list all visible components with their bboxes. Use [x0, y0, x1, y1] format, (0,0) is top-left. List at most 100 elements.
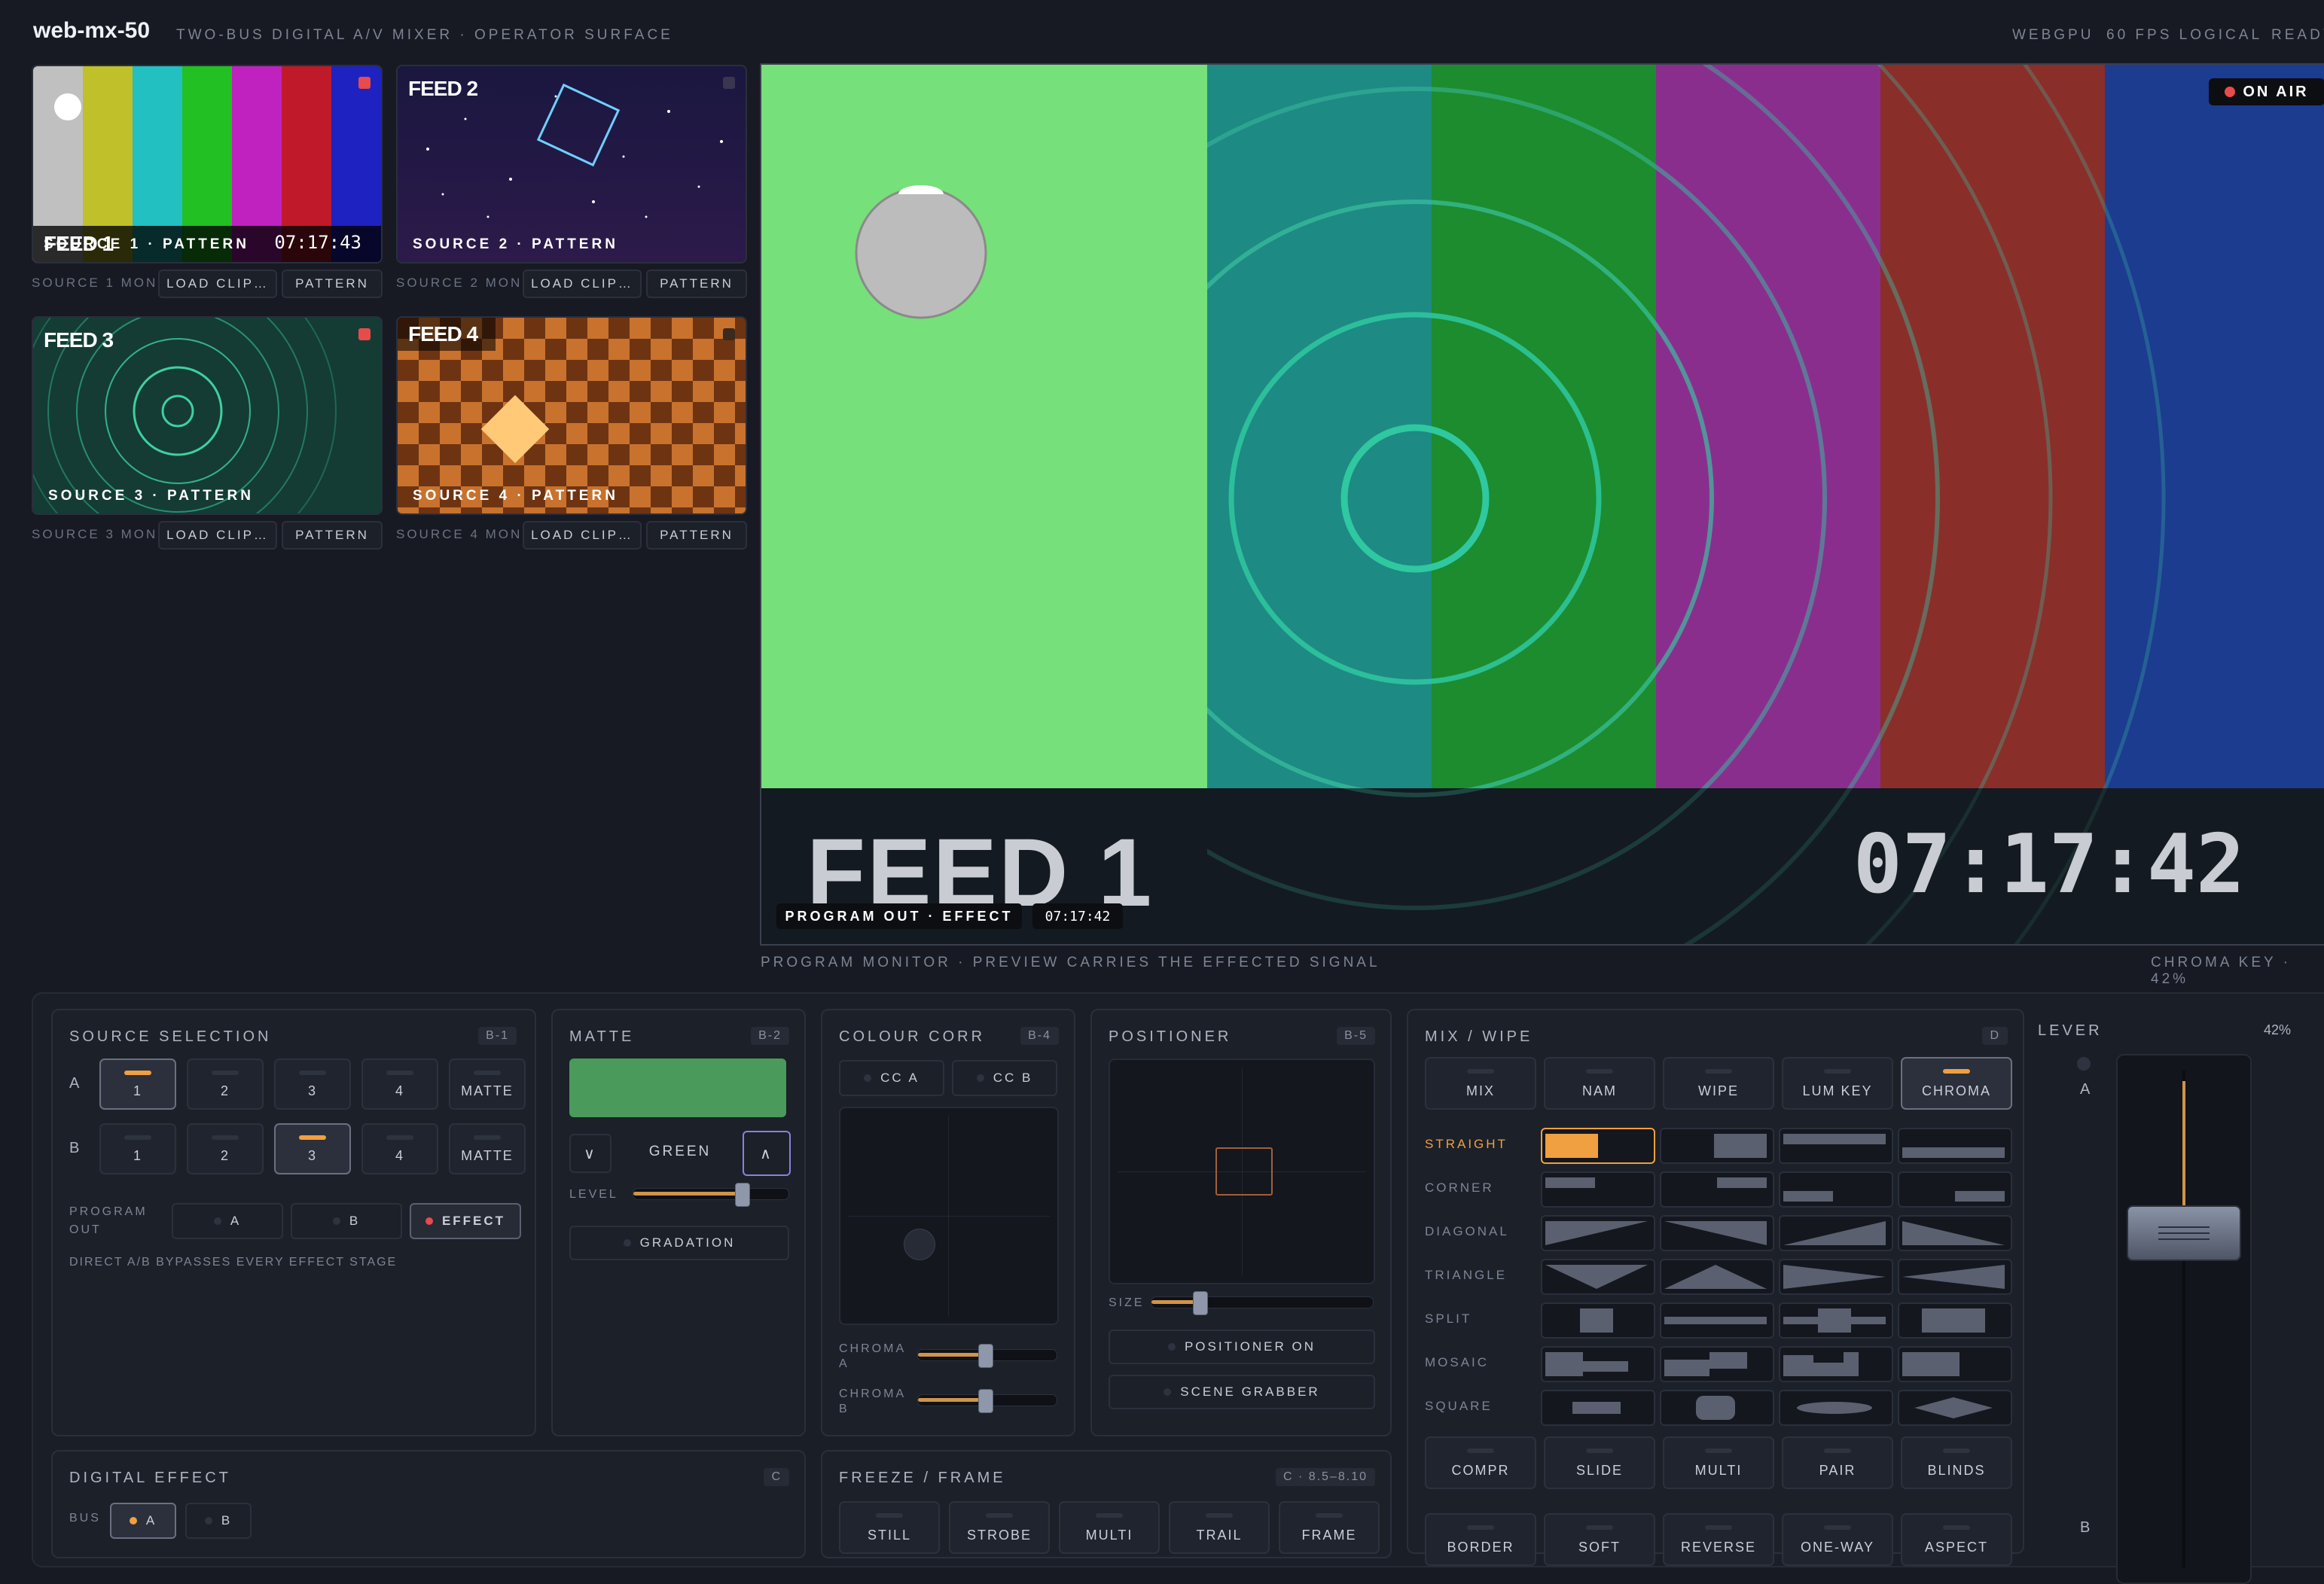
wipe-corner-4-button[interactable]: [1898, 1171, 2012, 1208]
wipe-triangle-4-button[interactable]: [1898, 1259, 2012, 1295]
mode-label: MIX: [1465, 1083, 1495, 1098]
wipe-mosaic-4-button[interactable]: [1898, 1346, 2012, 1382]
wipe-straight-4-button[interactable]: [1898, 1128, 2012, 1164]
wipe-split-2-button[interactable]: [1660, 1302, 1774, 1339]
slider-thumb[interactable]: [1193, 1291, 1208, 1315]
mode-chroma-button[interactable]: CHROMA: [1901, 1057, 2012, 1110]
bus-a-key-2[interactable]: 2: [187, 1059, 264, 1110]
position-pad[interactable]: [1109, 1059, 1375, 1284]
wipe-diagonal-2-button[interactable]: [1660, 1215, 1774, 1251]
wipe-mosaic-2-button[interactable]: [1660, 1346, 1774, 1382]
multi-button[interactable]: MULTI: [1663, 1436, 1774, 1489]
positioner-on-button[interactable]: POSITIONER ON: [1109, 1330, 1375, 1364]
matte-up-button[interactable]: ∧: [743, 1131, 791, 1176]
chroma-a-slider[interactable]: [917, 1344, 1057, 1368]
bus-a-key-4[interactable]: 4: [361, 1059, 438, 1110]
program-out-a-button[interactable]: A: [172, 1203, 283, 1239]
mode-lum-key-button[interactable]: LUM KEY: [1782, 1057, 1893, 1110]
slide-button[interactable]: SLIDE: [1544, 1436, 1655, 1489]
freeze-multi-button[interactable]: MULTI: [1059, 1501, 1160, 1554]
wipe-mosaic-3-button[interactable]: [1779, 1346, 1893, 1382]
wipe-diagonal-1-button[interactable]: [1541, 1215, 1655, 1251]
blinds-button[interactable]: BLINDS: [1901, 1436, 2012, 1489]
bus-b-key-2[interactable]: 2: [187, 1123, 264, 1174]
load-clip-button[interactable]: LOAD CLIP…: [158, 521, 277, 550]
mode-nam-button[interactable]: NAM: [1544, 1057, 1655, 1110]
reverse-button[interactable]: REVERSE: [1663, 1513, 1774, 1566]
cc-a-button[interactable]: CC A: [839, 1060, 944, 1096]
program-out-effect-button[interactable]: EFFECT: [410, 1203, 521, 1239]
wipe-split-4-button[interactable]: [1898, 1302, 2012, 1339]
bus-b-key-1[interactable]: 1: [99, 1123, 176, 1174]
matte-color-swatch[interactable]: [569, 1059, 786, 1117]
slider-thumb[interactable]: [735, 1183, 750, 1207]
cc-b-button[interactable]: CC B: [952, 1060, 1057, 1096]
feed-4-monitor[interactable]: FEED 4 SOURCE 4 · PATTERN: [396, 316, 747, 515]
color-puck[interactable]: [904, 1229, 935, 1260]
freeze-still-button[interactable]: STILL: [839, 1501, 940, 1554]
freeze-frame-button[interactable]: FRAME: [1279, 1501, 1380, 1554]
program-out-b-button[interactable]: B: [291, 1203, 402, 1239]
t-bar-handle[interactable]: [2127, 1205, 2241, 1261]
freeze-strobe-button[interactable]: STROBE: [949, 1501, 1050, 1554]
load-clip-button[interactable]: LOAD CLIP…: [523, 270, 642, 298]
pattern-button[interactable]: PATTERN: [282, 270, 383, 298]
bus-b-key-matte[interactable]: MATTE: [449, 1123, 526, 1174]
effect-bus-a-button[interactable]: A: [110, 1503, 176, 1539]
freeze-trail-button[interactable]: TRAIL: [1169, 1501, 1270, 1554]
one-way-button[interactable]: ONE-WAY: [1782, 1513, 1893, 1566]
position-frame[interactable]: [1215, 1147, 1273, 1196]
pattern-button[interactable]: PATTERN: [646, 270, 747, 298]
wipe-split-1-button[interactable]: [1541, 1302, 1655, 1339]
wipe-triangle-3-button[interactable]: [1779, 1259, 1893, 1295]
bus-a-key-3[interactable]: 3: [274, 1059, 351, 1110]
mode-mix-button[interactable]: MIX: [1425, 1057, 1536, 1110]
wipe-square-1-button[interactable]: [1541, 1390, 1655, 1426]
wipe-triangle-1-button[interactable]: [1541, 1259, 1655, 1295]
t-bar-track[interactable]: [2116, 1054, 2252, 1584]
wipe-corner-3-button[interactable]: [1779, 1171, 1893, 1208]
wipe-corner-2-button[interactable]: [1660, 1171, 1774, 1208]
bus-a-key-1[interactable]: 1: [99, 1059, 176, 1110]
aspect-button[interactable]: ASPECT: [1901, 1513, 2012, 1566]
effect-bus-b-button[interactable]: B: [185, 1503, 252, 1539]
load-clip-button[interactable]: LOAD CLIP…: [158, 270, 277, 298]
wipe-straight-3-button[interactable]: [1779, 1128, 1893, 1164]
wipe-diagonal-3-button[interactable]: [1779, 1215, 1893, 1251]
wipe-mosaic-1-button[interactable]: [1541, 1346, 1655, 1382]
wipe-corner-1-button[interactable]: [1541, 1171, 1655, 1208]
feed-2-monitor[interactable]: FEED 2 SOURCE 2 · PATTERN: [396, 65, 747, 263]
wipe-triangle-2-button[interactable]: [1660, 1259, 1774, 1295]
pattern-button[interactable]: PATTERN: [282, 521, 383, 550]
slider-thumb[interactable]: [978, 1389, 993, 1413]
gradation-button[interactable]: GRADATION: [569, 1226, 789, 1260]
matte-down-button[interactable]: ∨: [569, 1134, 611, 1173]
program-monitor[interactable]: FEED 1 07:17:42 ON AIR PROGRAM OUT · EFF…: [760, 63, 2324, 946]
wipe-straight-2-button[interactable]: [1660, 1128, 1774, 1164]
load-clip-button[interactable]: LOAD CLIP…: [523, 521, 642, 550]
compr-button[interactable]: COMPR: [1425, 1436, 1536, 1489]
bus-b-key-3[interactable]: 3: [274, 1123, 351, 1174]
mode-wipe-button[interactable]: WIPE: [1663, 1057, 1774, 1110]
wipe-straight-1-button[interactable]: [1541, 1128, 1655, 1164]
bus-a-key-matte[interactable]: MATTE: [449, 1059, 526, 1110]
size-slider[interactable]: [1151, 1291, 1374, 1315]
wipe-diagonal-4-button[interactable]: [1898, 1215, 2012, 1251]
slider-thumb[interactable]: [978, 1344, 993, 1368]
matte-level-slider[interactable]: [633, 1183, 789, 1207]
border-button[interactable]: BORDER: [1425, 1513, 1536, 1566]
soft-button[interactable]: SOFT: [1544, 1513, 1655, 1566]
color-wheel-pad[interactable]: [839, 1107, 1059, 1325]
wipe-split-3-button[interactable]: [1779, 1302, 1893, 1339]
bus-b-key-4[interactable]: 4: [361, 1123, 438, 1174]
pattern-button[interactable]: PATTERN: [646, 521, 747, 550]
feed-3-monitor[interactable]: FEED 3 SOURCE 3 · PATTERN: [32, 316, 383, 515]
chroma-b-slider[interactable]: [917, 1389, 1057, 1413]
wipe-square-2-button[interactable]: [1660, 1390, 1774, 1426]
scene-grabber-button[interactable]: SCENE GRABBER: [1109, 1375, 1375, 1409]
wipe-square-4-button[interactable]: [1898, 1390, 2012, 1426]
pair-button[interactable]: PAIR: [1782, 1436, 1893, 1489]
feed-1-monitor[interactable]: SOURCE 1 · PATTERN FEED 1 07:17:43: [32, 65, 383, 263]
wipe-square-3-button[interactable]: [1779, 1390, 1893, 1426]
wipe-pattern-icon: [1717, 1177, 1767, 1188]
